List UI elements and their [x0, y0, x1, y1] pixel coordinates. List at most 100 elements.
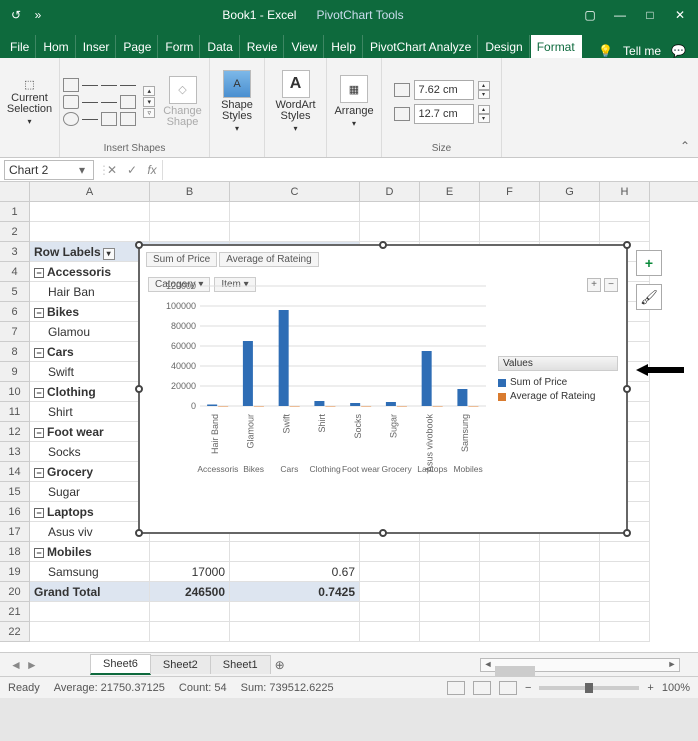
cell[interactable] [480, 562, 540, 582]
cell[interactable]: Asus viv [30, 522, 150, 542]
fx-icon[interactable]: fx [142, 163, 162, 177]
collapse-icon[interactable]: − [34, 348, 44, 358]
tell-me[interactable]: Tell me [623, 44, 661, 58]
collapse-ribbon-icon[interactable]: ⌃ [672, 135, 698, 157]
namebox-dropdown-icon[interactable]: ▾ [75, 163, 89, 177]
hscroll-right-icon[interactable]: ► [665, 659, 679, 671]
cell[interactable] [150, 542, 230, 562]
select-all-corner[interactable] [0, 182, 30, 201]
cancel-icon[interactable]: ✕ [102, 163, 122, 177]
cell[interactable] [150, 622, 230, 642]
comments-icon[interactable]: 💬 [671, 44, 686, 58]
cell[interactable] [30, 222, 150, 242]
cell[interactable] [420, 582, 480, 602]
gallery-up-icon[interactable]: ▴ [143, 86, 155, 96]
cell[interactable] [420, 542, 480, 562]
row-header[interactable]: 3 [0, 242, 30, 262]
collapse-icon[interactable]: − [34, 388, 44, 398]
cell[interactable]: Swift [30, 362, 150, 382]
cell[interactable] [360, 562, 420, 582]
cell[interactable]: Row Labels▾ [30, 242, 150, 262]
hscroll-left-icon[interactable]: ◄ [481, 659, 495, 671]
row-header[interactable]: 10 [0, 382, 30, 402]
cell[interactable] [480, 582, 540, 602]
column-header[interactable]: H [600, 182, 650, 201]
cell[interactable]: 17000 [150, 562, 230, 582]
cell[interactable] [360, 602, 420, 622]
cell[interactable] [540, 222, 600, 242]
row-header[interactable]: 5 [0, 282, 30, 302]
horizontal-scrollbar[interactable]: ◄ ► [480, 658, 680, 672]
cell[interactable] [420, 222, 480, 242]
ribbon-display-icon[interactable]: ▢ [580, 5, 600, 25]
cell[interactable] [150, 202, 230, 222]
cell[interactable]: 0.67 [230, 562, 360, 582]
cell[interactable] [540, 562, 600, 582]
cell[interactable] [230, 202, 360, 222]
column-header[interactable]: E [420, 182, 480, 201]
collapse-icon[interactable]: − [34, 308, 44, 318]
row-header[interactable]: 2 [0, 222, 30, 242]
column-header[interactable]: B [150, 182, 230, 201]
tab-formulas[interactable]: Form [159, 35, 200, 58]
row-header[interactable]: 11 [0, 402, 30, 422]
cell[interactable] [600, 582, 650, 602]
zoom-in-button[interactable]: + [647, 682, 653, 694]
row-header[interactable]: 7 [0, 322, 30, 342]
cell[interactable]: Glamou [30, 322, 150, 342]
tab-data[interactable]: Data [201, 35, 239, 58]
cell[interactable] [30, 202, 150, 222]
shape-height-input[interactable]: 7.62 cm [414, 80, 474, 100]
enter-icon[interactable]: ✓ [122, 163, 142, 177]
cell[interactable]: −Accessoris [30, 262, 150, 282]
row-header[interactable]: 21 [0, 602, 30, 622]
cell[interactable] [480, 602, 540, 622]
cell[interactable]: Samsung [30, 562, 150, 582]
row-header[interactable]: 20 [0, 582, 30, 602]
tab-home[interactable]: Hom [37, 35, 75, 58]
field-button-sum-price[interactable]: Sum of Price [146, 252, 217, 267]
collapse-icon[interactable]: − [34, 508, 44, 518]
cell[interactable] [600, 602, 650, 622]
cell[interactable] [30, 622, 150, 642]
row-header[interactable]: 14 [0, 462, 30, 482]
row-header[interactable]: 18 [0, 542, 30, 562]
tab-pivotchart-analyze[interactable]: PivotChart Analyze [364, 35, 478, 58]
row-header[interactable]: 8 [0, 342, 30, 362]
row-header[interactable]: 9 [0, 362, 30, 382]
cell[interactable]: Grand Total [30, 582, 150, 602]
shape-width-input[interactable]: 12.7 cm [414, 104, 474, 124]
row-header[interactable]: 22 [0, 622, 30, 642]
chart-styles-button[interactable]: 🖌 [636, 284, 662, 310]
worksheet-grid[interactable]: ABCDEFGH 123Row Labels▾Sum of PriceAvera… [0, 182, 698, 652]
collapse-icon[interactable]: − [34, 548, 44, 558]
formula-input[interactable] [162, 160, 698, 180]
width-down-icon[interactable]: ▾ [478, 114, 490, 123]
chart-elements-button[interactable]: + [636, 250, 662, 276]
tab-review[interactable]: Revie [241, 35, 285, 58]
sheet-tab-sheet1[interactable]: Sheet1 [210, 655, 271, 674]
name-box[interactable]: Chart 2 ▾ [4, 160, 94, 180]
column-header[interactable]: F [480, 182, 540, 201]
cell[interactable]: Hair Ban [30, 282, 150, 302]
tab-design[interactable]: Design [479, 35, 529, 58]
minimize-icon[interactable]: — [610, 5, 630, 25]
view-normal-button[interactable] [447, 681, 465, 695]
cell[interactable] [600, 222, 650, 242]
cell[interactable] [150, 602, 230, 622]
cell[interactable] [360, 222, 420, 242]
row-header[interactable]: 16 [0, 502, 30, 522]
new-sheet-button[interactable]: ⊕ [270, 658, 290, 672]
zoom-slider[interactable] [539, 686, 639, 690]
cell[interactable] [360, 622, 420, 642]
collapse-icon[interactable]: − [34, 468, 44, 478]
gallery-down-icon[interactable]: ▾ [143, 97, 155, 107]
cell[interactable] [480, 542, 540, 562]
cell[interactable] [360, 202, 420, 222]
cell[interactable] [230, 622, 360, 642]
row-header[interactable]: 1 [0, 202, 30, 222]
sheet-tab-sheet2[interactable]: Sheet2 [150, 655, 211, 674]
cell[interactable] [480, 222, 540, 242]
tab-format[interactable]: Format [531, 35, 582, 58]
view-pagelayout-button[interactable] [473, 681, 491, 695]
